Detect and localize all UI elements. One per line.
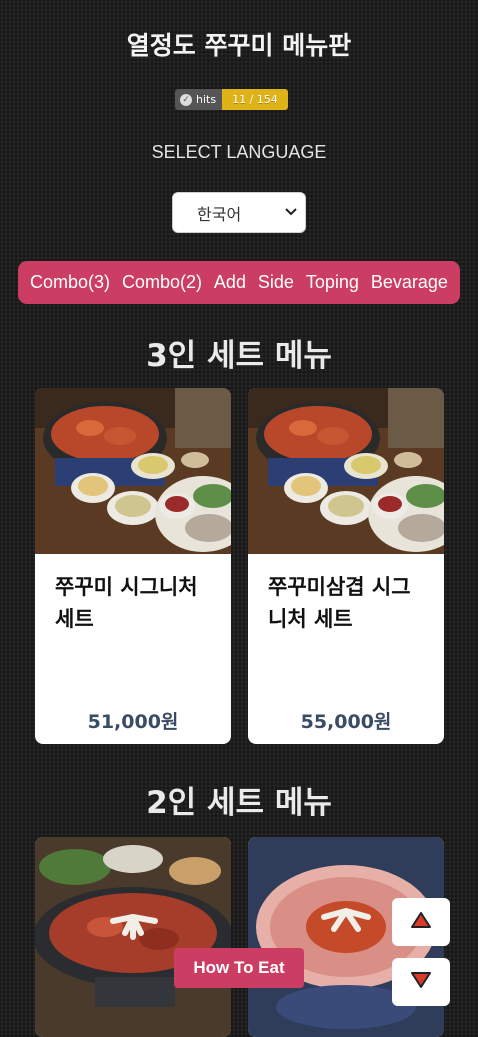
food-photo xyxy=(35,388,231,554)
triangle-down-icon xyxy=(410,971,432,993)
section-title-combo3: 3인 세트 메뉴 xyxy=(146,338,332,374)
language-select[interactable]: 한국어 xyxy=(172,192,306,233)
menu-item-price: 55,000원 xyxy=(300,711,392,733)
menu-card[interactable] xyxy=(35,837,231,1037)
scroll-down-button[interactable] xyxy=(392,958,450,1006)
nav-item-side[interactable]: Side xyxy=(258,272,294,293)
language-selected-value: 한국어 xyxy=(197,204,242,224)
nav-item-toping[interactable]: Toping xyxy=(306,272,359,293)
section-title-combo2: 2인 세트 메뉴 xyxy=(146,785,332,821)
menu-card[interactable]: 쭈꾸미삼겹 시그니처 세트 55,000원 xyxy=(248,388,444,744)
menu-item-name: 쭈꾸미삼겹 시그니처 세트 xyxy=(268,575,411,631)
category-nav: Combo(3) Combo(2) Add Side Toping Bevara… xyxy=(18,261,460,304)
nav-item-combo3[interactable]: Combo(3) xyxy=(30,272,110,293)
how-to-eat-button[interactable]: How To Eat xyxy=(174,948,304,988)
hits-badge: ✓ hits 11 / 154 xyxy=(175,89,288,110)
food-photo xyxy=(35,837,231,1037)
hits-count: 11 / 154 xyxy=(222,89,288,110)
language-label: SELECT LANGUAGE xyxy=(151,142,327,162)
menu-item-name: 쭈꾸미 시그니처 세트 xyxy=(55,575,198,631)
nav-item-bevarage[interactable]: Bevarage xyxy=(371,272,448,293)
nav-item-combo2[interactable]: Combo(2) xyxy=(122,272,202,293)
food-photo xyxy=(248,388,444,554)
hits-label: hits xyxy=(196,93,217,106)
nav-item-add[interactable]: Add xyxy=(214,272,246,293)
scroll-up-button[interactable] xyxy=(392,898,450,946)
chevron-down-icon xyxy=(285,206,297,219)
triangle-up-icon xyxy=(410,911,432,933)
menu-item-price: 51,000원 xyxy=(87,711,179,733)
check-circle-icon: ✓ xyxy=(180,93,192,106)
menu-card[interactable]: 쭈꾸미 시그니처 세트 51,000원 xyxy=(35,388,231,744)
page-title: 열정도 쭈꾸미 메뉴판 xyxy=(126,31,352,60)
